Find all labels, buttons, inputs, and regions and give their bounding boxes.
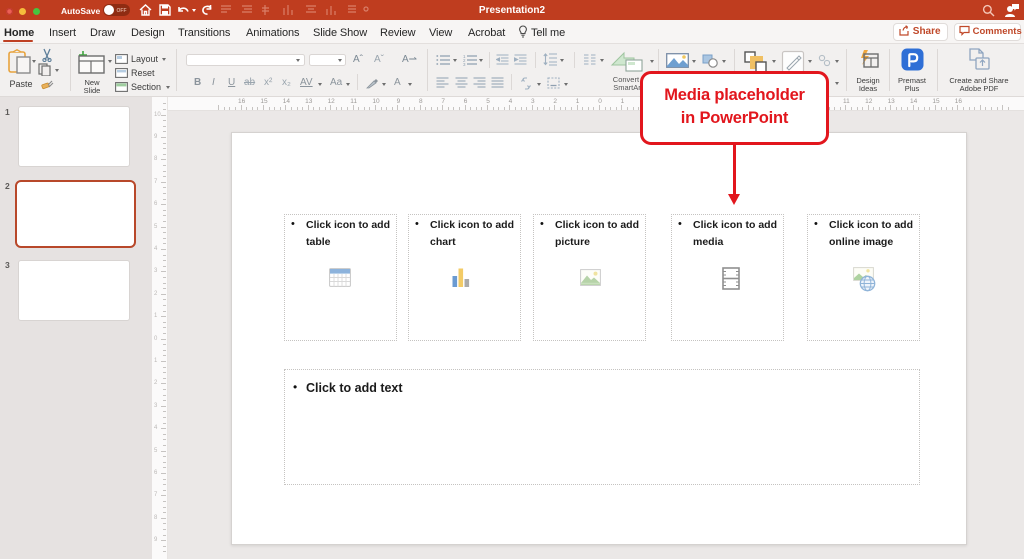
svg-text:3: 3 xyxy=(463,62,466,66)
